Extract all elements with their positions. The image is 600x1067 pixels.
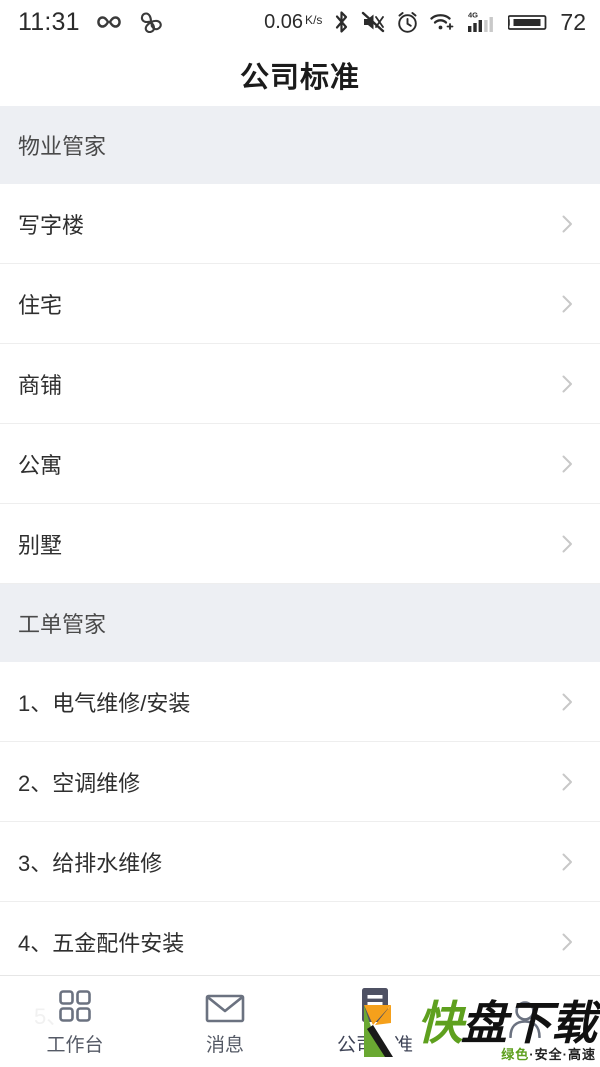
tab-label: 工作台 [46,1035,104,1056]
section-header-workorder: 工单管家 [0,584,600,662]
list-item-office[interactable]: 写字楼 [0,184,600,264]
status-time: 11:31 [18,7,80,36]
list-item-label: 商铺 [18,372,63,398]
section-title: 物业管家 [18,134,107,159]
list-item-aircon[interactable]: 2、空调维修 [0,742,600,822]
infinity-icon [94,13,124,31]
list-item-label: 1、电气维修/安装 [18,690,191,716]
section-header-property: 物业管家 [0,106,600,184]
section-title: 工单管家 [18,612,107,637]
list-item-label: 3、给排水维修 [18,850,163,876]
list-item-label: 住宅 [18,292,63,318]
tab-profile[interactable] [450,976,600,1067]
list-item-plumbing[interactable]: 3、给排水维修 [0,822,600,902]
phone-screen: 11:31 0.06 K/s 4G 72 公司标准 物业管家 写字楼 住宅 商铺… [0,0,600,1067]
list-item-apartment[interactable]: 公寓 [0,424,600,504]
bottom-tab-bar: 5、 工作台 消息 公司标准 快 盘下载 绿色·安全·高速 [0,975,600,1067]
chevron-right-icon [556,293,578,315]
tab-messages[interactable]: 消息 [150,976,300,1067]
tab-workbench[interactable]: 工作台 [0,976,150,1067]
status-bar-left: 11:31 [18,8,164,37]
speed-unit-denominator: s [316,12,323,27]
signal-4g-icon: 4G [467,10,497,34]
chevron-right-icon [556,851,578,873]
tab-label: 消息 [205,1035,244,1056]
network-speed-unit: K/s [305,12,323,27]
title-bar: 公司标准 [0,44,600,106]
page-title: 公司标准 [239,62,360,94]
list-item-shop[interactable]: 商铺 [0,344,600,424]
mute-icon [361,11,385,33]
network-speed-value: 0.06 [264,10,304,33]
list-item-label: 2、空调维修 [18,770,141,796]
chevron-right-icon [556,533,578,555]
list-item-electrical[interactable]: 1、电气维修/安装 [0,662,600,742]
list-item-villa[interactable]: 别墅 [0,504,600,584]
chevron-right-icon [556,453,578,475]
list-item-residential[interactable]: 住宅 [0,264,600,344]
status-bar-right: 0.06 K/s 4G 72 [264,9,586,36]
list-item-label: 写字楼 [18,212,85,238]
envelope-icon [205,986,245,1024]
alarm-icon [396,11,419,34]
clover-icon [138,11,164,33]
chevron-right-icon [556,771,578,793]
list-item-label: 别墅 [18,532,63,558]
tab-company-standard[interactable]: 公司标准 [300,976,450,1067]
content-scroll[interactable]: 物业管家 写字楼 住宅 商铺 公寓 别墅 工单管家 1、电气维修/安装 2、空调… [0,106,600,975]
chevron-right-icon [556,931,578,953]
list-item-label: 公寓 [18,452,63,478]
list-item-label: 4、五金配件安装 [18,930,185,956]
svg-text:4G: 4G [468,11,478,20]
battery-level: 72 [560,8,586,35]
person-icon [507,1000,543,1038]
chevron-right-icon [556,691,578,713]
chevron-right-icon [556,373,578,395]
battery-icon [508,12,548,33]
speed-unit-numerator: K [305,12,314,27]
bluetooth-icon [333,10,350,34]
chevron-right-icon [556,213,578,235]
status-bar: 11:31 0.06 K/s 4G 72 [0,0,600,44]
network-speed: 0.06 K/s [264,11,322,34]
wifi-plus-icon [430,11,456,33]
list-item-hardware[interactable]: 4、五金配件安装 [0,902,600,975]
book-icon [359,986,391,1024]
tab-label: 公司标准 [336,1035,413,1056]
grid-icon [57,986,93,1024]
